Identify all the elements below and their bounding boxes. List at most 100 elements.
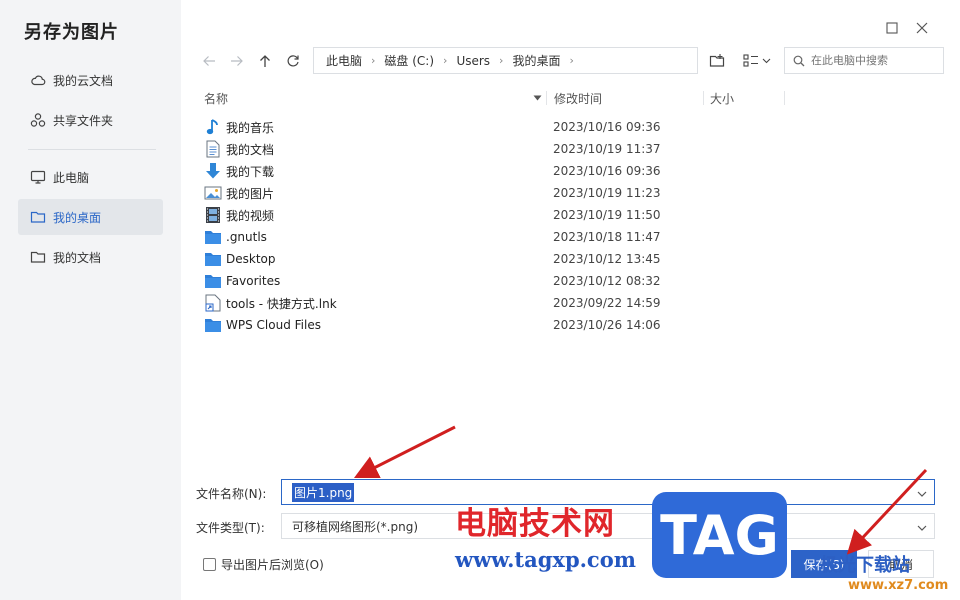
file-date: 2023/09/22 14:59 (553, 296, 661, 310)
music-note-icon (204, 118, 222, 136)
arrow-up-icon (260, 55, 270, 67)
file-row[interactable]: Desktop 2023/10/12 13:45 (196, 248, 936, 270)
file-name: 我的图片 (226, 186, 275, 201)
column-divider[interactable] (546, 91, 547, 105)
file-row[interactable]: Favorites 2023/10/12 08:32 (196, 270, 936, 292)
column-header-modified[interactable]: 修改时间 (554, 89, 602, 107)
column-header-size[interactable]: 大小 (710, 89, 734, 107)
breadcrumb-drive-c[interactable]: 磁盘 (C:) (384, 52, 434, 69)
file-name: Desktop (226, 252, 276, 266)
search-box[interactable] (784, 47, 944, 74)
file-row[interactable]: .gnutls 2023/10/18 11:47 (196, 226, 936, 248)
forward-button[interactable] (226, 51, 248, 71)
close-button[interactable] (912, 18, 932, 38)
browse-after-export-checkbox[interactable]: 导出图片后浏览(O) (203, 556, 324, 573)
sidebar-item-shared-folder[interactable]: 共享文件夹 (18, 102, 163, 138)
file-name: WPS Cloud Files (226, 318, 321, 332)
arrow-left-icon (203, 56, 215, 66)
folder-icon (204, 316, 222, 334)
folder-icon (204, 250, 222, 268)
column-divider[interactable] (784, 91, 785, 105)
maximize-button[interactable] (882, 18, 902, 38)
cloud-icon (30, 72, 46, 88)
sidebar-item-my-documents[interactable]: 我的文档 (18, 239, 163, 275)
filename-label: 文件名称(N): (196, 487, 267, 501)
watermark-url: www.tagxp.com (455, 547, 636, 572)
sidebar-item-label: 我的文档 (53, 250, 102, 265)
breadcrumb-users[interactable]: Users (456, 54, 490, 68)
chevron-down-icon[interactable] (917, 521, 927, 535)
file-name: 我的音乐 (226, 120, 275, 135)
file-date: 2023/10/26 14:06 (553, 318, 661, 332)
picture-icon (204, 184, 222, 202)
new-folder-button[interactable] (707, 50, 727, 72)
sidebar-item-label: 此电脑 (53, 170, 90, 185)
watermark-tag-logo: TAG (652, 492, 787, 578)
file-name: 我的下载 (226, 164, 275, 179)
sidebar-item-my-desktop[interactable]: 我的桌面 (18, 199, 163, 235)
share-icon (30, 112, 46, 128)
watermark-site-url: www.xz7.com (848, 578, 949, 593)
checkbox-box[interactable] (203, 558, 216, 571)
file-row[interactable]: 我的视频 2023/10/19 11:50 (196, 204, 936, 226)
checkbox-label: 导出图片后浏览(O) (221, 558, 324, 572)
folder-icon (204, 228, 222, 246)
file-name: .gnutls (226, 230, 267, 244)
red-arrow-filename (353, 425, 456, 479)
sidebar-item-this-pc[interactable]: 此电脑 (18, 159, 163, 195)
file-row[interactable]: WPS Cloud Files 2023/10/26 14:06 (196, 314, 936, 336)
file-date: 2023/10/19 11:50 (553, 208, 661, 222)
search-icon (793, 55, 805, 66)
refresh-button[interactable] (282, 51, 304, 71)
back-button[interactable] (198, 51, 220, 71)
file-date: 2023/10/16 09:36 (553, 164, 661, 178)
close-icon (916, 22, 928, 34)
chevron-down-icon (762, 58, 771, 64)
file-name: tools - 快捷方式.lnk (226, 296, 337, 311)
chevron-right-icon[interactable]: › (443, 54, 447, 67)
file-list: 我的音乐 2023/10/16 09:36 我的文档 2023/10/19 11… (196, 116, 936, 336)
breadcrumb-my-desktop[interactable]: 我的桌面 (512, 52, 560, 69)
shortcut-icon (204, 294, 222, 312)
chevron-right-icon[interactable]: › (569, 54, 573, 67)
maximize-icon (886, 22, 898, 34)
new-folder-icon (709, 54, 725, 67)
view-options-button[interactable] (741, 50, 773, 72)
watermark-site: 极光下载站 (820, 555, 910, 576)
file-row[interactable]: 我的图片 2023/10/19 11:23 (196, 182, 936, 204)
file-row[interactable]: 我的下载 2023/10/16 09:36 (196, 160, 936, 182)
breadcrumb-this-pc[interactable]: 此电脑 (326, 52, 362, 69)
up-button[interactable] (254, 51, 276, 71)
folder-icon (204, 272, 222, 290)
file-date: 2023/10/12 08:32 (553, 274, 661, 288)
chevron-right-icon[interactable]: › (371, 54, 375, 67)
file-row[interactable]: 我的文档 2023/10/19 11:37 (196, 138, 936, 160)
chevron-right-icon[interactable]: › (499, 54, 503, 67)
chevron-down-icon[interactable] (917, 487, 927, 501)
file-name: 我的视频 (226, 208, 275, 223)
file-name: 我的文档 (226, 142, 275, 157)
filetype-value: 可移植网络图形(*.png) (292, 519, 419, 534)
file-date: 2023/10/19 11:23 (553, 186, 661, 200)
file-date: 2023/10/19 11:37 (553, 142, 661, 156)
document-icon (204, 140, 222, 158)
film-icon (204, 206, 222, 224)
file-name: Favorites (226, 274, 281, 288)
refresh-icon (287, 55, 299, 67)
folder-icon (30, 249, 46, 265)
file-date: 2023/10/16 09:36 (553, 120, 661, 134)
list-view-icon (743, 54, 758, 67)
file-row[interactable]: 我的音乐 2023/10/16 09:36 (196, 116, 936, 138)
sidebar-item-label: 我的云文档 (53, 73, 114, 88)
dialog-title: 另存为图片 (24, 22, 119, 43)
sidebar-item-cloud-docs[interactable]: 我的云文档 (18, 62, 163, 98)
sort-desc-icon[interactable] (533, 89, 542, 107)
search-input[interactable] (811, 54, 939, 67)
filename-value[interactable]: 图片1.png (292, 482, 355, 502)
column-header-name[interactable]: 名称 (204, 89, 228, 107)
arrow-right-icon (231, 56, 243, 66)
folder-icon (30, 209, 46, 225)
sidebar: 另存为图片 我的云文档 共享文件夹 此电脑 我的桌面 我的文档 (0, 0, 181, 600)
file-row[interactable]: tools - 快捷方式.lnk 2023/09/22 14:59 (196, 292, 936, 314)
column-divider[interactable] (703, 91, 704, 105)
